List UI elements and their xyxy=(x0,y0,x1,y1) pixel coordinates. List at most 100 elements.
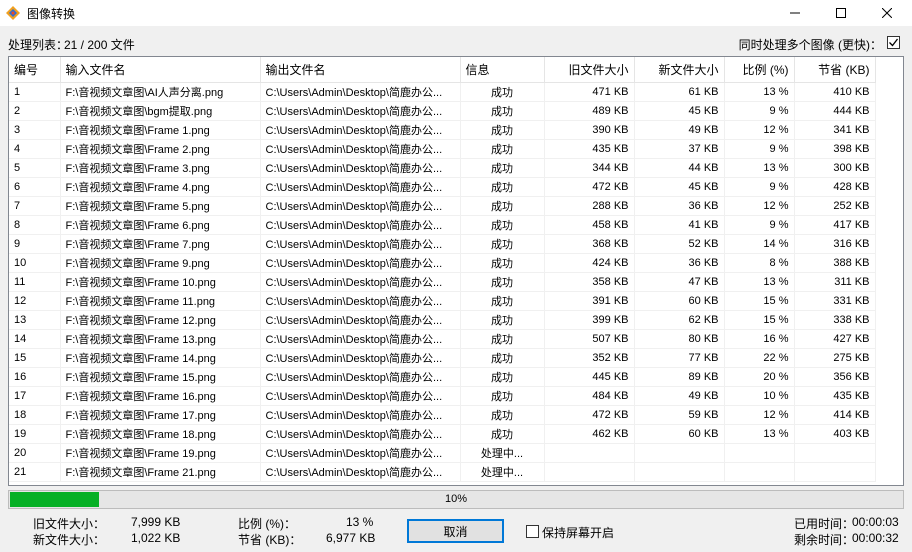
table-row[interactable]: 5 F:\音视频文章图\Frame 3.png C:\Users\Admin\Des… xyxy=(9,158,876,178)
cell-output-file: C:\Users\Admin\Desktop\简鹿办公... xyxy=(260,424,461,444)
table-row[interactable]: 20 F:\音视频文章图\Frame 19.png C:\Users\Admin\D… xyxy=(9,443,876,463)
cell-old-size: 399 KB xyxy=(544,310,635,330)
cell-new-size: 59 KB xyxy=(634,405,725,425)
cell-new-size: 49 KB xyxy=(634,120,725,140)
cell-new-size: 45 KB xyxy=(634,101,725,121)
cell-new-size: 47 KB xyxy=(634,272,725,292)
keep-screen-checkbox[interactable] xyxy=(526,525,539,538)
cell-new-size: 45 KB xyxy=(634,177,725,197)
cell-index: 6 xyxy=(9,177,61,197)
cell-saved: 435 KB xyxy=(794,386,876,406)
column-header-output[interactable]: 输出文件名 xyxy=(260,57,461,83)
saved-value: 6,977 KB xyxy=(326,531,376,545)
cell-new-size xyxy=(634,462,725,482)
saved-label: 节省 (KB)： xyxy=(238,533,302,547)
column-header-old-size[interactable]: 旧文件大小 xyxy=(544,57,635,83)
checkmark-icon xyxy=(889,38,899,47)
cell-info: 处理中... xyxy=(460,443,545,463)
cell-index: 1 xyxy=(9,82,61,102)
maximize-button[interactable] xyxy=(818,0,864,26)
cell-new-size: 60 KB xyxy=(634,424,725,444)
cell-info: 成功 xyxy=(460,120,545,140)
cell-new-size: 49 KB xyxy=(634,386,725,406)
cell-saved: 410 KB xyxy=(794,82,876,102)
cell-new-size: 36 KB xyxy=(634,253,725,273)
cell-info: 成功 xyxy=(460,215,545,235)
cell-ratio: 22 % xyxy=(724,348,795,368)
cell-ratio: 14 % xyxy=(724,234,795,254)
progress-text: 10% xyxy=(444,493,468,505)
table-row[interactable]: 10 F:\音视频文章图\Frame 9.png C:\Users\Admin\De… xyxy=(9,253,876,273)
table-row[interactable]: 6 F:\音视频文章图\Frame 4.png C:\Users\Admin\Des… xyxy=(9,177,876,197)
cell-input-file: F:\音视频文章图\Frame 7.png xyxy=(60,234,261,254)
cell-new-size: 36 KB xyxy=(634,196,725,216)
table-row[interactable]: 17 F:\音视频文章图\Frame 16.png C:\Users\Admin\D… xyxy=(9,386,876,406)
cell-new-size: 52 KB xyxy=(634,234,725,254)
cell-output-file: C:\Users\Admin\Desktop\简鹿办公... xyxy=(260,215,461,235)
table-row[interactable]: 19 F:\音视频文章图\Frame 18.png C:\Users\Admin\D… xyxy=(9,424,876,444)
cell-old-size: 288 KB xyxy=(544,196,635,216)
cell-ratio: 13 % xyxy=(724,424,795,444)
progress-bar: 10% xyxy=(8,490,904,509)
column-header-ratio[interactable]: 比例 (%) xyxy=(724,57,795,83)
minimize-icon xyxy=(790,12,800,14)
column-header-index[interactable]: 编号 xyxy=(9,57,61,83)
cell-saved: 428 KB xyxy=(794,177,876,197)
table-row[interactable]: 4 F:\音视频文章图\Frame 2.png C:\Users\Admin\Des… xyxy=(9,139,876,159)
table-header: 编号 输入文件名 输出文件名 信息 旧文件大小 新文件大小 比例 (%) 节省 … xyxy=(9,57,876,83)
cell-input-file: F:\音视频文章图\Frame 3.png xyxy=(60,158,261,178)
table-row[interactable]: 13 F:\音视频文章图\Frame 12.png C:\Users\Admin\D… xyxy=(9,310,876,330)
table-row[interactable]: 9 F:\音视频文章图\Frame 7.png C:\Users\Admin\Des… xyxy=(9,234,876,254)
table-row[interactable]: 16 F:\音视频文章图\Frame 15.png C:\Users\Admin\D… xyxy=(9,367,876,387)
table-row[interactable]: 2 F:\音视频文章图\bgm提取.png C:\Users\Admin\Deskt… xyxy=(9,101,876,121)
minimize-button[interactable] xyxy=(772,0,818,26)
cell-index: 14 xyxy=(9,329,61,349)
cell-info: 成功 xyxy=(460,196,545,216)
ratio-value: 13 % xyxy=(346,515,374,529)
cell-saved xyxy=(794,462,876,482)
table-row[interactable]: 15 F:\音视频文章图\Frame 14.png C:\Users\Admin\D… xyxy=(9,348,876,368)
cell-info: 成功 xyxy=(460,158,545,178)
multi-process-checkbox[interactable] xyxy=(887,36,900,49)
cell-input-file: F:\音视频文章图\Frame 4.png xyxy=(60,177,261,197)
cell-output-file: C:\Users\Admin\Desktop\简鹿办公... xyxy=(260,234,461,254)
cell-info: 成功 xyxy=(460,348,545,368)
column-header-input[interactable]: 输入文件名 xyxy=(60,57,261,83)
cell-output-file: C:\Users\Admin\Desktop\简鹿办公... xyxy=(260,139,461,159)
table-row[interactable]: 12 F:\音视频文章图\Frame 11.png C:\Users\Admin\D… xyxy=(9,291,876,311)
cell-saved: 338 KB xyxy=(794,310,876,330)
cell-info: 成功 xyxy=(460,82,545,102)
cell-index: 17 xyxy=(9,386,61,406)
table-row[interactable]: 21 F:\音视频文章图\Frame 21.png C:\Users\Admin\D… xyxy=(9,462,876,482)
cell-output-file: C:\Users\Admin\Desktop\简鹿办公... xyxy=(260,82,461,102)
table-row[interactable]: 7 F:\音视频文章图\Frame 5.png C:\Users\Admin\Des… xyxy=(9,196,876,216)
column-header-info[interactable]: 信息 xyxy=(460,57,545,83)
file-table: 编号 输入文件名 输出文件名 信息 旧文件大小 新文件大小 比例 (%) 节省 … xyxy=(8,56,904,486)
cell-saved: 417 KB xyxy=(794,215,876,235)
cell-info: 成功 xyxy=(460,291,545,311)
table-row[interactable]: 8 F:\音视频文章图\Frame 6.png C:\Users\Admin\Des… xyxy=(9,215,876,235)
column-header-saved[interactable]: 节省 (KB) xyxy=(794,57,876,83)
cell-index: 9 xyxy=(9,234,61,254)
cell-old-size: 458 KB xyxy=(544,215,635,235)
cancel-button[interactable]: 取消 xyxy=(407,519,504,543)
table-row[interactable]: 14 F:\音视频文章图\Frame 13.png C:\Users\Admin\D… xyxy=(9,329,876,349)
column-header-new-size[interactable]: 新文件大小 xyxy=(634,57,725,83)
cell-ratio: 10 % xyxy=(724,386,795,406)
cell-new-size: 41 KB xyxy=(634,215,725,235)
table-row[interactable]: 1 F:\音视频文章图\AI人声分离.png C:\Users\Admin\Desk… xyxy=(9,82,876,102)
cell-old-size: 489 KB xyxy=(544,101,635,121)
table-row[interactable]: 3 F:\音视频文章图\Frame 1.png C:\Users\Admin\Des… xyxy=(9,120,876,140)
cell-saved: 388 KB xyxy=(794,253,876,273)
keep-screen-label: 保持屏幕开启 xyxy=(542,526,615,540)
cell-input-file: F:\音视频文章图\AI人声分离.png xyxy=(60,82,261,102)
cell-saved: 300 KB xyxy=(794,158,876,178)
maximize-icon xyxy=(836,8,846,18)
cell-saved: 427 KB xyxy=(794,329,876,349)
table-row[interactable]: 11 F:\音视频文章图\Frame 10.png C:\Users\Admin\D… xyxy=(9,272,876,292)
cell-input-file: F:\音视频文章图\Frame 5.png xyxy=(60,196,261,216)
close-button[interactable] xyxy=(864,0,910,26)
cell-old-size: 344 KB xyxy=(544,158,635,178)
cell-index: 12 xyxy=(9,291,61,311)
table-row[interactable]: 18 F:\音视频文章图\Frame 17.png C:\Users\Admin\D… xyxy=(9,405,876,425)
